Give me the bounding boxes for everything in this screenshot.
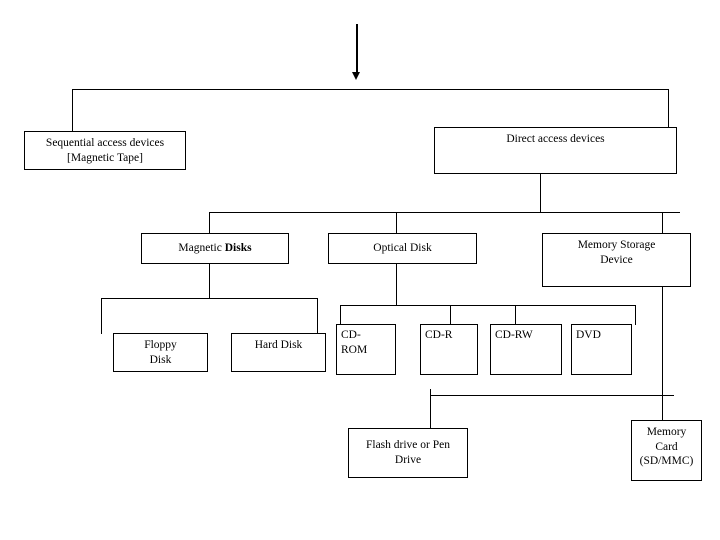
node-hard-disk[interactable]: Hard Disk <box>231 333 326 372</box>
node-optical-disk-label: Optical Disk <box>373 242 432 255</box>
node-direct-label: Direct access devices <box>506 133 605 145</box>
node-magnetic-disks-label: Magnetic Disks <box>144 241 286 256</box>
node-magnetic-disks-bold-text: Disks <box>224 242 252 255</box>
node-cd-rom-line2: ROM <box>341 343 368 356</box>
node-cd-rom[interactable]: CD- ROM <box>336 324 396 375</box>
level1-connector-horizontal <box>72 89 669 90</box>
node-direct-access-devices[interactable]: Direct access devices <box>434 127 677 174</box>
node-floppy-disk-label: Floppy Disk <box>116 338 205 367</box>
drop-to-flash-drive <box>430 389 431 429</box>
node-flash-drive-line2: Drive <box>394 454 422 466</box>
entry-arrow-shaft <box>356 24 358 74</box>
node-magnetic-disks[interactable]: Magnetic Disks <box>141 233 289 264</box>
drop-to-hard-disk <box>317 298 318 334</box>
node-cd-r-label: CD-R <box>425 329 453 341</box>
node-cd-r[interactable]: CD-R <box>420 324 478 375</box>
node-cd-rom-label: CD- ROM <box>341 328 391 357</box>
node-dvd-label: DVD <box>576 329 601 341</box>
diagram-canvas: Sequential access devices [Magnetic Tape… <box>0 0 720 540</box>
node-sequential-access-devices[interactable]: Sequential access devices [Magnetic Tape… <box>24 131 186 170</box>
drop-to-dvd <box>635 305 636 325</box>
level1-drop-to-sequential <box>72 89 73 132</box>
node-memory-card-line1: Memory <box>646 426 687 438</box>
node-hard-disk-label: Hard Disk <box>254 339 303 351</box>
node-flash-drive-or-pen-drive[interactable]: Flash drive or Pen Drive <box>348 428 468 478</box>
entry-arrow-head <box>352 72 360 80</box>
memory-storage-drop <box>662 287 663 421</box>
node-memory-storage-line1: Memory Storage <box>577 239 656 251</box>
node-memory-card[interactable]: Memory Card (SD/MMC) <box>631 420 702 481</box>
node-flash-drive-line1: Flash drive or Pen <box>365 439 450 452</box>
node-optical-disk[interactable]: Optical Disk <box>328 233 477 264</box>
node-memory-card-line3: (SD/MMC) <box>639 455 694 468</box>
optical-disk-drop <box>396 264 397 306</box>
node-floppy-disk-line1: Floppy <box>144 338 177 351</box>
node-dvd[interactable]: DVD <box>571 324 632 375</box>
direct-drop-to-level2 <box>540 174 541 213</box>
node-cd-rw-label: CD-RW <box>495 329 533 341</box>
node-floppy-disk[interactable]: Floppy Disk <box>113 333 208 372</box>
node-flash-drive-label: Flash drive or Pen Drive <box>351 438 465 467</box>
node-memory-storage-label: Memory Storage Device <box>545 238 688 267</box>
drop-to-cd-r <box>450 305 451 325</box>
level2-drop-to-magnetic-disks <box>209 212 210 234</box>
node-memory-storage-line2: Device <box>600 253 633 266</box>
drop-to-cd-rw <box>515 305 516 325</box>
node-sequential-line1: Sequential access devices <box>45 136 165 149</box>
node-floppy-disk-line2: Disk <box>149 353 172 366</box>
drop-to-cd-rom <box>340 305 341 325</box>
level2-drop-to-memory-storage <box>662 212 663 234</box>
node-memory-card-label: Memory Card (SD/MMC) <box>634 425 699 469</box>
node-memory-card-line2: Card <box>655 440 678 453</box>
node-cd-rom-line1: CD- <box>341 329 361 341</box>
node-magnetic-disks-text: Magnetic <box>178 242 225 255</box>
node-sequential-label: Sequential access devices [Magnetic Tape… <box>27 136 183 165</box>
level2-connector-horizontal <box>209 212 680 213</box>
memory-storage-connector-horizontal <box>430 395 674 396</box>
drop-to-floppy-disk <box>101 298 102 334</box>
node-cd-rw[interactable]: CD-RW <box>490 324 562 375</box>
magnetic-disks-drop <box>209 264 210 299</box>
magnetic-disks-connector-horizontal <box>101 298 318 299</box>
node-sequential-line2: [Magnetic Tape] <box>67 151 143 164</box>
optical-disk-connector-horizontal <box>340 305 636 306</box>
node-memory-storage-device[interactable]: Memory Storage Device <box>542 233 691 287</box>
level1-drop-to-direct <box>668 89 669 128</box>
level2-drop-to-optical-disk <box>396 212 397 234</box>
